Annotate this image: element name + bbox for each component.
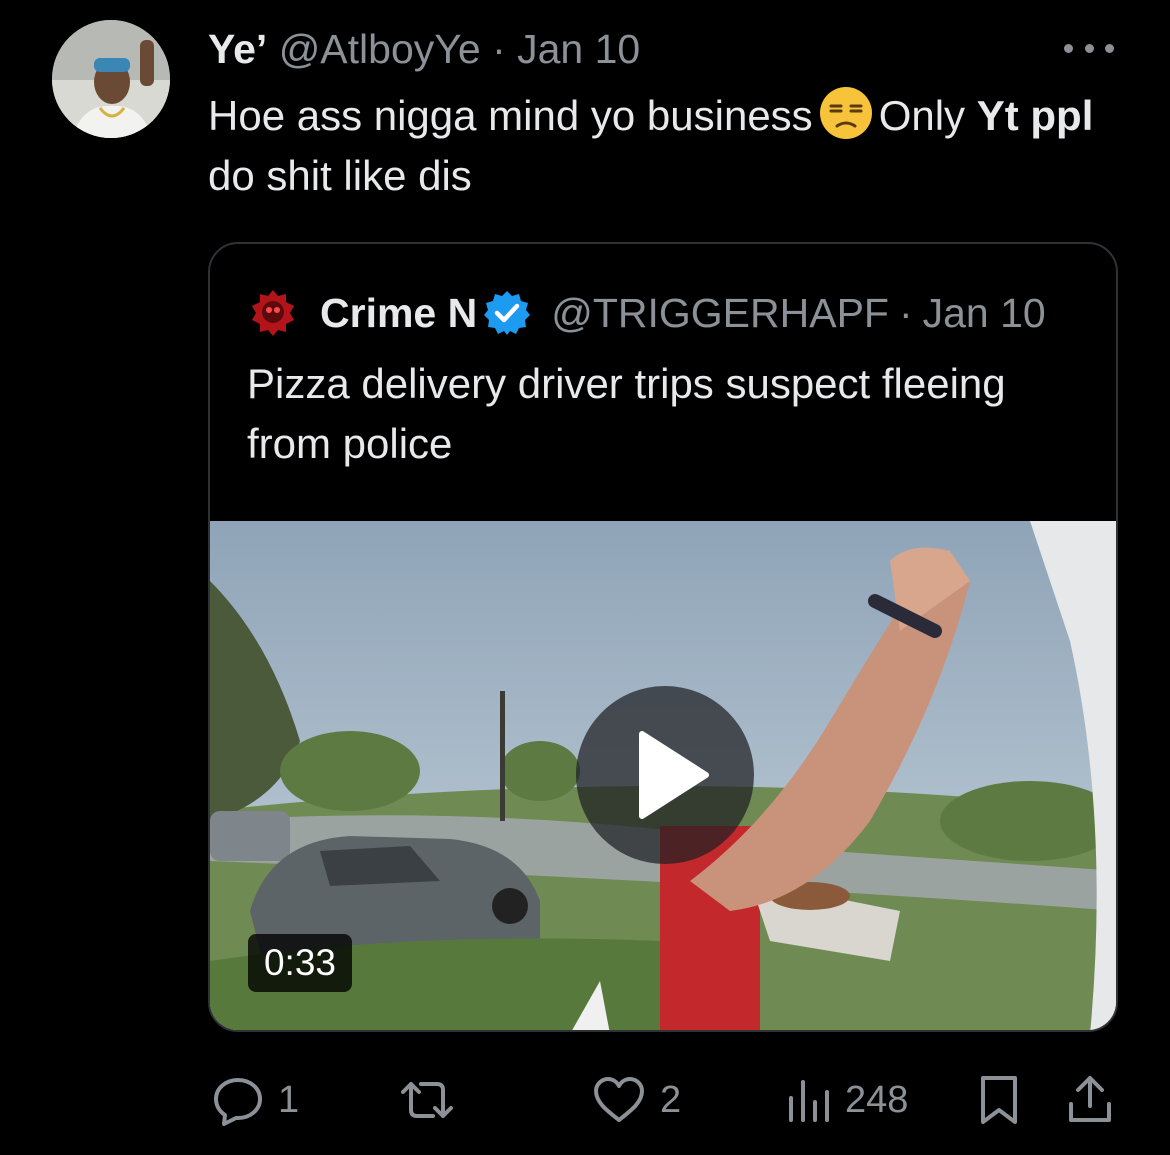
tweet-text-part1: Hoe ass nigga mind yo business (208, 92, 813, 139)
view-count: 248 (845, 1078, 909, 1121)
quoted-tweet-card[interactable]: Crime N @TRIGGERHAPF · Jan 10 Pizza deli… (208, 242, 1118, 1032)
share-button[interactable] (1065, 1070, 1115, 1130)
tweet-text: Hoe ass nigga mind yo business Only Yt p… (208, 86, 1128, 206)
reply-count: 1 (278, 1078, 300, 1121)
play-icon (639, 731, 709, 819)
play-button[interactable] (576, 686, 754, 864)
header-separator: · (492, 26, 506, 72)
reply-button[interactable]: 1 (210, 1070, 299, 1130)
quoted-header-separator: · (898, 289, 913, 336)
views-button[interactable]: 248 (785, 1070, 908, 1130)
tweet-text-bold2: ppl (1030, 92, 1094, 139)
quoted-tweet-date[interactable]: Jan 10 (923, 290, 1046, 337)
quoted-author-avatar[interactable] (246, 286, 300, 340)
author-name[interactable]: Ye’ (208, 26, 267, 72)
reply-icon (214, 1078, 262, 1126)
video-player[interactable]: 0:33 (210, 521, 1116, 1030)
quoted-author-handle[interactable]: @TRIGGERHAPF (551, 290, 889, 337)
video-duration-badge: 0:33 (248, 934, 352, 992)
author-avatar[interactable] (52, 20, 170, 138)
like-icon (594, 1077, 644, 1122)
share-icon (1069, 1076, 1111, 1122)
quoted-tweet-text: Pizza delivery driver trips suspect flee… (247, 360, 1006, 467)
like-count: 2 (660, 1078, 682, 1121)
more-icon[interactable] (1064, 30, 1114, 66)
tweet-text-part2: Only (878, 92, 966, 139)
tweet-header: Ye’ @AtlboyYe · Jan 10 (208, 24, 640, 74)
author-handle[interactable]: @AtlboyYe (279, 26, 481, 72)
tweet-date[interactable]: Jan 10 (517, 26, 640, 72)
verified-badge-icon (484, 291, 531, 335)
unamused-face-emoji (819, 87, 872, 139)
bookmark-icon (981, 1076, 1017, 1124)
tweet-action-bar: 1 2 248 (0, 1070, 1170, 1130)
retweet-icon (401, 1082, 453, 1118)
tweet-text-part3: do shit like dis (208, 152, 472, 199)
views-icon (789, 1080, 829, 1122)
quoted-tweet-header: Crime N @TRIGGERHAPF · Jan 10 (246, 286, 1046, 340)
tweet-text-bold1: Yt (976, 92, 1019, 139)
bookmark-button[interactable] (975, 1070, 1023, 1130)
like-button[interactable]: 2 (590, 1070, 681, 1130)
retweet-button[interactable] (395, 1070, 459, 1130)
quoted-author-name[interactable]: Crime N (320, 290, 477, 337)
